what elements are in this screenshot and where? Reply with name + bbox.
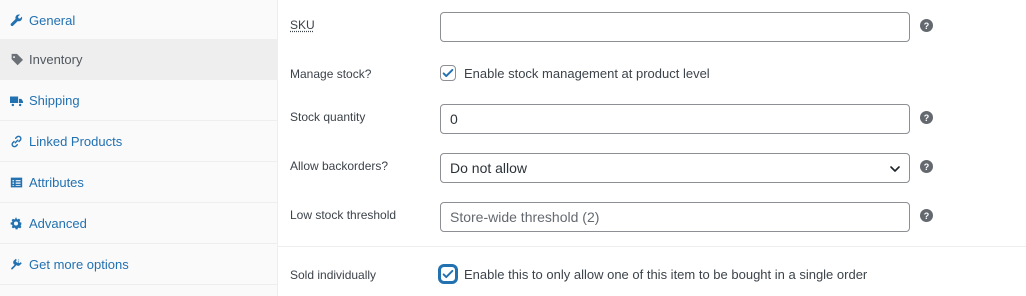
product-data-tabs: General Inventory Shipping Linked Produc… (0, 0, 278, 296)
tab-label: Get more options (29, 256, 129, 272)
manage-stock-label: Manage stock? (290, 67, 372, 81)
checkmark-icon (442, 68, 454, 78)
tab-attributes[interactable]: Attributes (0, 162, 277, 203)
truck-icon (9, 93, 23, 107)
inventory-panel: SKU ? Manage stock? Enable stock managem… (278, 0, 1026, 296)
link-icon (9, 134, 23, 148)
list-icon (9, 175, 23, 189)
tab-label: Inventory (29, 51, 83, 67)
tab-label: Advanced (29, 215, 87, 231)
tab-linked-products[interactable]: Linked Products (0, 121, 277, 162)
low-stock-help-icon[interactable]: ? (920, 209, 933, 222)
tag-icon (9, 52, 23, 66)
stock-quantity-help-icon[interactable]: ? (920, 111, 933, 124)
tab-general[interactable]: General (0, 0, 277, 41)
sku-label: SKU (290, 18, 315, 32)
tab-label: Attributes (29, 174, 84, 190)
plugin-icon (9, 257, 23, 271)
tab-advanced[interactable]: Advanced (0, 203, 277, 244)
backorders-select[interactable]: Do not allow (440, 153, 910, 183)
tab-label: Shipping (29, 92, 80, 108)
tab-inventory[interactable]: Inventory (0, 39, 277, 80)
checkmark-icon (442, 269, 454, 279)
gear-icon (9, 216, 23, 230)
stock-quantity-label: Stock quantity (290, 110, 366, 124)
sku-input[interactable] (440, 12, 910, 42)
backorders-selected-value: Do not allow (450, 160, 528, 176)
stock-quantity-input[interactable] (440, 104, 910, 134)
low-stock-label: Low stock threshold (290, 208, 397, 222)
manage-stock-checkbox-label[interactable]: Enable stock management at product level (464, 66, 710, 81)
sku-help-icon[interactable]: ? (920, 19, 933, 32)
chevron-down-icon (890, 166, 900, 172)
sold-individually-label: Sold individually (290, 268, 377, 282)
sold-individually-checkbox-label[interactable]: Enable this to only allow one of this it… (464, 267, 867, 282)
tab-label: Linked Products (29, 133, 123, 149)
section-divider (278, 246, 1026, 247)
backorders-help-icon[interactable]: ? (920, 160, 933, 173)
low-stock-threshold-input[interactable] (440, 202, 910, 232)
tab-get-more-options[interactable]: Get more options (0, 244, 277, 285)
sold-individually-checkbox[interactable] (440, 266, 456, 282)
tab-label: General (29, 12, 76, 28)
manage-stock-checkbox[interactable] (440, 65, 456, 81)
wrench-icon (9, 13, 23, 27)
tab-shipping[interactable]: Shipping (0, 80, 277, 121)
backorders-label: Allow backorders? (290, 159, 389, 173)
